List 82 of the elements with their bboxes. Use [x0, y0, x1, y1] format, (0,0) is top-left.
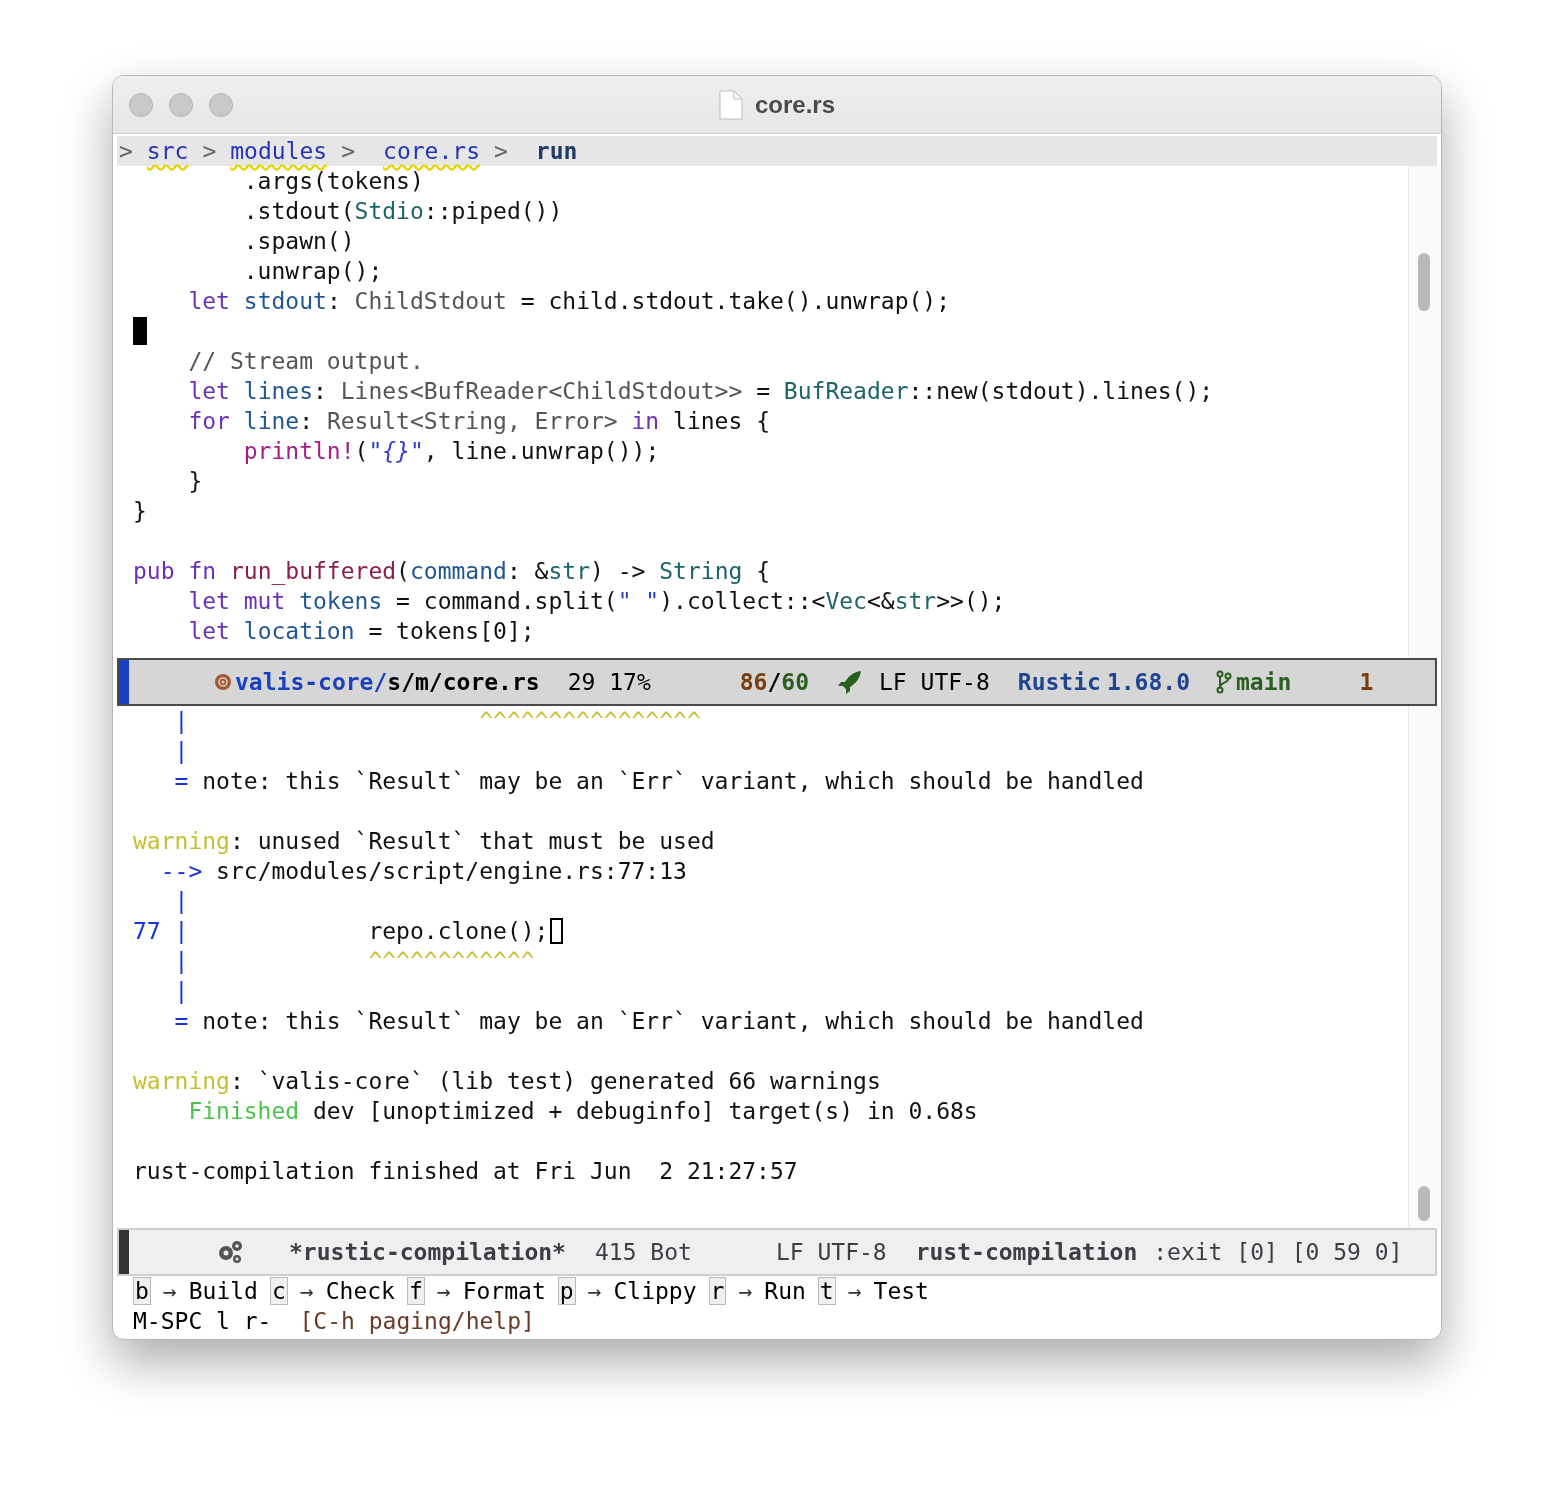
output-line: = note: this `Result` may be an `Err` variant, which should be handled	[173, 767, 1144, 796]
breadcrumb-separator: >	[494, 138, 508, 164]
buffer-name: *rustic-compilation*	[289, 1239, 566, 1265]
code-line: let lines: Lines<BufReader<ChildStdout>> = BufReader::new(stdout).lines();	[187, 377, 1214, 406]
code-line: println!("{}", line.unwrap());	[242, 437, 660, 466]
arrow-glyph: →	[299, 1278, 314, 1304]
process-status: :exit [0] [0 59 0]	[1153, 1239, 1403, 1265]
encoding-label: LF UTF-8	[879, 669, 990, 695]
branch-name: main	[1236, 669, 1292, 695]
encoding-label: LF UTF-8	[775, 1239, 887, 1265]
key-hint: t	[817, 1277, 836, 1305]
arrow-glyph: →	[162, 1278, 177, 1304]
scrollbar[interactable]	[1408, 166, 1441, 658]
major-mode: Rustic	[1017, 669, 1101, 695]
output-line: --> src/modules/script/engine.rs:77:13	[159, 857, 687, 886]
code-line: let stdout: ChildStdout = child.stdout.take().unwrap();	[187, 287, 950, 316]
key-hint: r	[708, 1277, 727, 1305]
code-line: .unwrap();	[242, 257, 383, 286]
help-hint: [C-h paging/help]	[299, 1308, 535, 1334]
command-label: Clippy	[613, 1278, 697, 1304]
key-hint: c	[269, 1277, 288, 1305]
output-line: rust-compilation finished at Fri Jun 2 21:27:57	[133, 1157, 798, 1186]
output-line: 77 | repo.clone();	[133, 917, 549, 946]
code-line: .spawn()	[242, 227, 355, 256]
output-line: |	[173, 737, 189, 766]
gear-icon	[216, 1239, 244, 1265]
buffer-directory: valis-core/	[235, 669, 388, 695]
breadcrumb-separator: >	[341, 138, 356, 164]
key-prompt: M-SPC l r-	[133, 1308, 272, 1334]
key-hint: b	[133, 1277, 151, 1305]
code-line: let mut tokens = command.split(" ").collect::<Vec<&str>>();	[187, 587, 1006, 616]
breadcrumb-item[interactable]: src	[146, 138, 189, 164]
breadcrumb-separator: >	[119, 138, 133, 164]
code-line: .args(tokens)	[242, 167, 424, 196]
key-hint: p	[557, 1277, 576, 1305]
command-label: Run	[764, 1278, 806, 1304]
major-mode: rust-compilation	[915, 1239, 1138, 1265]
scrollbar[interactable]	[1408, 706, 1441, 1228]
command-label: Format	[462, 1278, 546, 1304]
cursor-position: 29 17%	[567, 669, 651, 695]
output-line: warning: unused `Result` that must be used	[133, 827, 715, 856]
arrow-glyph: →	[738, 1278, 753, 1304]
rocket-icon	[837, 669, 863, 695]
window-title: core.rs	[754, 90, 836, 119]
stat-counter: 86/60	[739, 669, 809, 695]
output-line: Finished dev [unoptimized + debuginfo] target(s) in 0.68s	[187, 1097, 978, 1126]
scrollbar-thumb[interactable]	[1418, 253, 1430, 311]
output-line: |	[173, 977, 189, 1006]
code-line: }	[187, 467, 203, 496]
command-label: Check	[325, 1278, 395, 1304]
cursor-position: 415 Bot	[594, 1239, 692, 1265]
output-line: = note: this `Result` may be an `Err` variant, which should be handled	[173, 1007, 1144, 1036]
status-count: 1	[1359, 669, 1374, 695]
command-label: Build	[188, 1278, 258, 1304]
version-label: 1.68.0	[1106, 669, 1190, 695]
output-line: warning: `valis-core` (lib test) generated 66 warnings	[133, 1067, 881, 1096]
buffer-name: s/m/core.rs	[387, 669, 540, 695]
file-badge-icon	[215, 674, 231, 690]
code-line: pub fn run_buffered(command: &str) -> String {	[133, 557, 771, 586]
output-line: |	[173, 887, 189, 916]
code-line: for line: Result<String, Error> in lines {	[187, 407, 770, 436]
arrow-glyph: →	[847, 1278, 862, 1304]
zoom-button[interactable]	[209, 92, 233, 117]
minimize-button[interactable]	[169, 92, 193, 117]
arrow-glyph: →	[587, 1278, 602, 1304]
close-button[interactable]	[129, 92, 153, 117]
breadcrumb-item[interactable]: run	[535, 138, 578, 164]
arrow-glyph: →	[436, 1278, 451, 1304]
output-line: | ^^^^^^^^^^^^	[173, 947, 535, 976]
code-line: }	[133, 497, 147, 526]
branch-icon	[1216, 670, 1232, 694]
command-label: Test	[873, 1278, 929, 1304]
code-line: let location = tokens[0];	[187, 617, 535, 646]
breadcrumb-item[interactable]: modules	[230, 138, 328, 164]
code-line: .stdout(Stdio::piped())	[242, 197, 563, 226]
breadcrumb-item[interactable]: core.rs	[383, 138, 480, 164]
output-line: | ^^^^^^^^^^^^^^^^	[173, 707, 701, 736]
document-icon	[718, 89, 743, 120]
key-hint: f	[406, 1277, 425, 1305]
code-line: // Stream output.	[187, 347, 424, 376]
scrollbar-thumb[interactable]	[1418, 1186, 1430, 1221]
breadcrumb-separator: >	[202, 138, 217, 164]
